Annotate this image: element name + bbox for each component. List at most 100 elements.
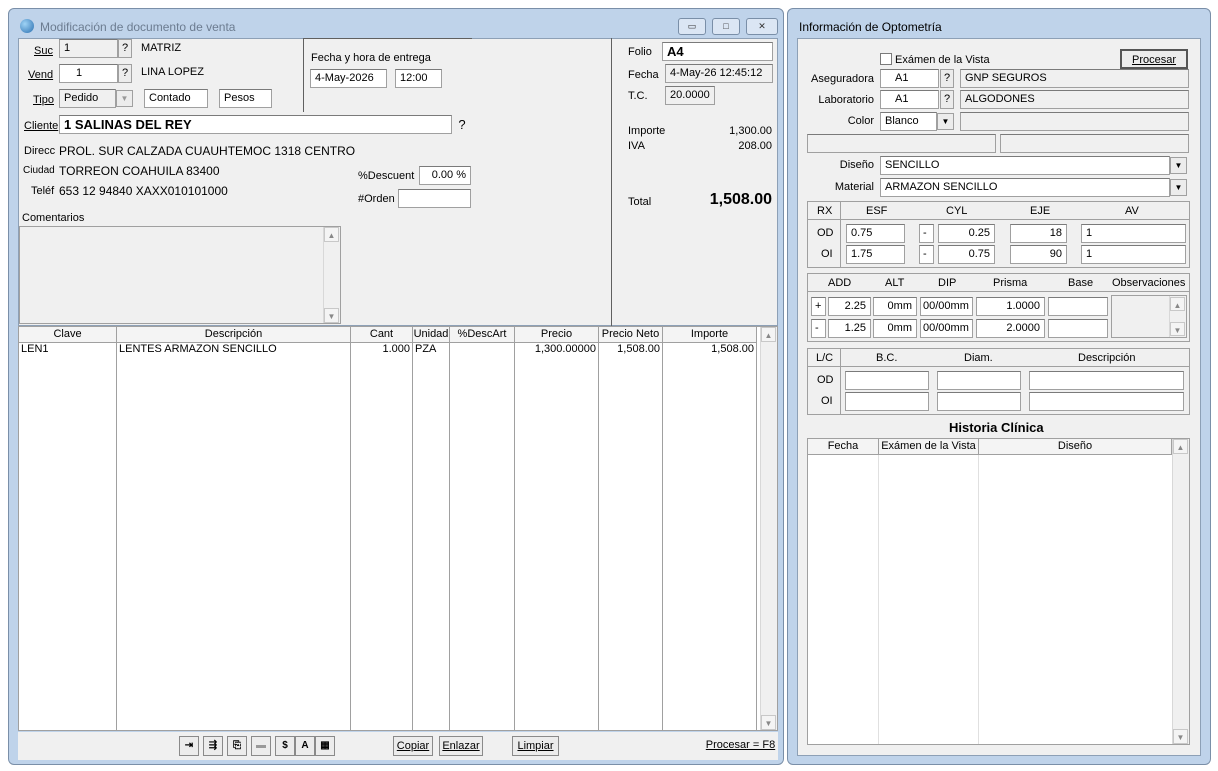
chevron-down-icon[interactable]: ▼ [1170, 157, 1187, 174]
items-header-descart[interactable]: %DescArt [450, 327, 515, 343]
historia-header-fecha[interactable]: Fecha [808, 439, 879, 455]
comentarios-textarea[interactable]: ▲ ▼ [19, 226, 341, 324]
payment-field[interactable]: Contado [144, 89, 208, 108]
od-esf-field[interactable]: 0.75 [846, 224, 905, 243]
items-header-precio[interactable]: Precio [515, 327, 599, 343]
delivery-time-field[interactable]: 12:00 [395, 69, 442, 88]
items-scrollbar[interactable]: ▲ ▼ [760, 327, 777, 730]
historia-scrollbar[interactable]: ▲ ▼ [1172, 439, 1189, 744]
delivery-date-field[interactable]: 4-May-2026 [310, 69, 387, 88]
currency-field[interactable]: Pesos [219, 89, 272, 108]
calculator-icon[interactable]: ▦ [315, 736, 335, 756]
chevron-down-icon[interactable]: ▼ [116, 90, 133, 107]
total-value: 1,508.00 [709, 191, 772, 208]
descuento-field[interactable]: 0.00 % [419, 166, 471, 185]
historia-header-examen[interactable]: Exámen de la Vista [879, 439, 979, 455]
oi-av-field[interactable]: 1 [1081, 245, 1186, 264]
procesar-button[interactable]: Procesar [1120, 49, 1188, 69]
comentarios-scrollbar[interactable]: ▲ ▼ [323, 227, 340, 323]
procesar-f8-button[interactable]: Procesar = F8 [703, 736, 778, 756]
add-r1-sign-field[interactable]: + [811, 297, 826, 316]
items-header-neto[interactable]: Precio Neto [599, 327, 663, 343]
add-r2-base-field[interactable] [1048, 319, 1108, 338]
suc-lookup-button[interactable]: ? [118, 39, 132, 58]
telef-value: 653 12 94840 XAXX010101000 [59, 184, 228, 198]
scroll-up-icon[interactable]: ▲ [324, 227, 339, 242]
title-bar[interactable]: Información de Optometría [788, 9, 1210, 39]
items-header-importe[interactable]: Importe [663, 327, 757, 343]
od-av-field[interactable]: 1 [1081, 224, 1186, 243]
observaciones-scrollbar[interactable]: ▲ ▼ [1169, 296, 1186, 337]
copiar-button[interactable]: Copiar [393, 736, 433, 756]
lc-od-desc-field[interactable] [1029, 371, 1184, 390]
folio-field[interactable]: A4 [662, 42, 773, 61]
vend-field[interactable]: 1 [59, 64, 118, 83]
scroll-down-icon[interactable]: ▼ [324, 308, 339, 323]
add-r1-base-field[interactable] [1048, 297, 1108, 316]
od-eje-field[interactable]: 18 [1010, 224, 1067, 243]
add-r1-dip-field[interactable]: 00/00mm [920, 297, 973, 316]
enlazar-button[interactable]: Enlazar [439, 736, 483, 756]
cliente-field[interactable]: 1 SALINAS DEL REY [59, 115, 452, 134]
od-sign-field[interactable]: - [919, 224, 934, 243]
color-select[interactable]: Blanco [880, 112, 937, 131]
aseguradora-name-field: GNP SEGUROS [960, 69, 1189, 88]
add-r2-sign-field[interactable]: - [811, 319, 826, 338]
dollar-button[interactable]: $ [275, 736, 295, 756]
close-button[interactable]: ✕ [746, 18, 778, 35]
scroll-down-icon[interactable]: ▼ [1170, 322, 1185, 336]
add-r2-alt-field[interactable]: 0mm [873, 319, 917, 338]
cliente-lookup-button[interactable]: ? [452, 115, 472, 134]
items-header-desc[interactable]: Descripción [117, 327, 351, 343]
laboratorio-lookup-button[interactable]: ? [940, 90, 954, 109]
add-r2-add-field[interactable]: 1.25 [828, 319, 871, 338]
move-row-icon[interactable]: ⇶ [203, 736, 223, 756]
oi-eje-field[interactable]: 90 [1010, 245, 1067, 264]
aseguradora-code-field[interactable]: A1 [880, 69, 939, 88]
orden-field[interactable] [398, 189, 471, 208]
aseguradora-lookup-button[interactable]: ? [940, 69, 954, 88]
diseno-select[interactable]: SENCILLO [880, 156, 1170, 175]
od-cyl-field[interactable]: 0.25 [938, 224, 995, 243]
lc-od-diam-field[interactable] [937, 371, 1021, 390]
add-r2-prisma-field[interactable]: 2.0000 [976, 319, 1045, 338]
scroll-down-icon[interactable]: ▼ [761, 715, 776, 730]
lc-oi-bc-field[interactable] [845, 392, 929, 411]
folder-icon[interactable]: ▬ [251, 736, 271, 756]
scroll-up-icon[interactable]: ▲ [1170, 297, 1185, 311]
items-header-unidad[interactable]: Unidad [413, 327, 450, 343]
insert-row-icon[interactable]: ⇥ [179, 736, 199, 756]
tc-field[interactable]: 20.0000 [665, 86, 715, 105]
oi-cyl-field[interactable]: 0.75 [938, 245, 995, 264]
font-a-button[interactable]: A [295, 736, 315, 756]
scroll-down-icon[interactable]: ▼ [1173, 729, 1188, 744]
minimize-button[interactable]: ▭ [678, 18, 706, 35]
lc-od-bc-field[interactable] [845, 371, 929, 390]
maximize-button[interactable]: □ [712, 18, 740, 35]
scroll-up-icon[interactable]: ▲ [761, 327, 776, 342]
examen-checkbox[interactable] [880, 53, 892, 65]
chevron-down-icon[interactable]: ▼ [1170, 179, 1187, 196]
historia-header-diseno[interactable]: Diseño [979, 439, 1172, 455]
add-r1-add-field[interactable]: 2.25 [828, 297, 871, 316]
copy-icon[interactable]: ⎘ [227, 736, 247, 756]
add-r1-prisma-field[interactable]: 1.0000 [976, 297, 1045, 316]
lc-oi-diam-field[interactable] [937, 392, 1021, 411]
laboratorio-code-field[interactable]: A1 [880, 90, 939, 109]
lc-oi-desc-field[interactable] [1029, 392, 1184, 411]
add-r2-dip-field[interactable]: 00/00mm [920, 319, 973, 338]
chevron-down-icon[interactable]: ▼ [937, 113, 954, 130]
oi-sign-field[interactable]: - [919, 245, 934, 264]
scroll-up-icon[interactable]: ▲ [1173, 439, 1188, 454]
title-bar[interactable]: Modificación de documento de venta ▭ □ ✕ [9, 9, 783, 39]
tipo-select[interactable]: Pedido [59, 89, 116, 108]
observaciones-textarea[interactable]: ▲ ▼ [1111, 295, 1187, 338]
vend-lookup-button[interactable]: ? [118, 64, 132, 83]
items-header-cant[interactable]: Cant [351, 327, 413, 343]
suc-field[interactable]: 1 [59, 39, 118, 58]
material-select[interactable]: ARMAZON SENCILLO [880, 178, 1170, 197]
add-r1-alt-field[interactable]: 0mm [873, 297, 917, 316]
limpiar-button[interactable]: Limpiar [512, 736, 559, 756]
oi-esf-field[interactable]: 1.75 [846, 245, 905, 264]
items-header-clave[interactable]: Clave [19, 327, 117, 343]
